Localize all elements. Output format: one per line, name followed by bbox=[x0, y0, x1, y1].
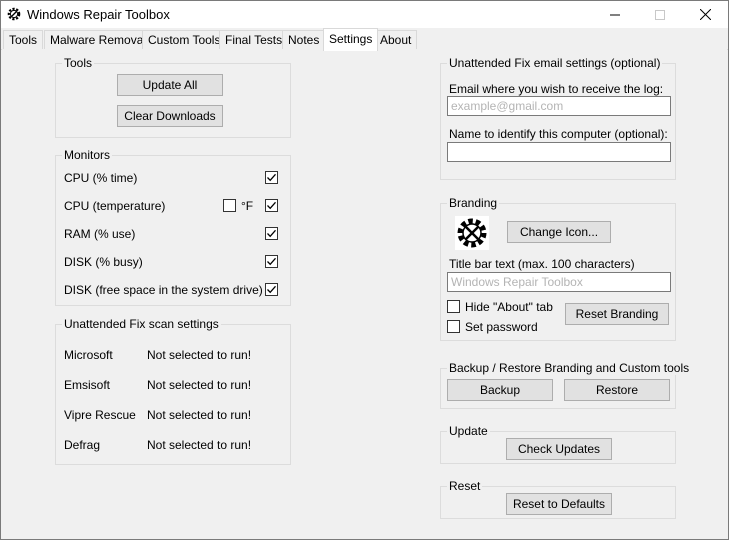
tab-final-tests[interactable]: Final Tests bbox=[219, 30, 289, 50]
branding-group: Branding Change Icon... Title bar text (… bbox=[440, 196, 676, 341]
tab-settings[interactable]: Settings bbox=[323, 28, 379, 51]
monitor-ram-checkbox[interactable] bbox=[265, 227, 278, 240]
hide-about-label: Hide "About" tab bbox=[465, 300, 553, 314]
scan-row-name: Microsoft bbox=[64, 348, 113, 362]
check-updates-button[interactable]: Check Updates bbox=[506, 438, 612, 460]
gear-wrench-icon bbox=[455, 216, 489, 250]
set-password-checkbox[interactable] bbox=[447, 320, 460, 333]
branding-group-title: Branding bbox=[447, 196, 500, 210]
change-icon-button[interactable]: Change Icon... bbox=[507, 221, 611, 243]
tab-malware-removal[interactable]: Malware Removal bbox=[44, 30, 153, 50]
monitor-disk-free-label: DISK (free space in the system drive) bbox=[64, 283, 263, 297]
set-password-label: Set password bbox=[465, 320, 538, 334]
update-all-button[interactable]: Update All bbox=[117, 74, 223, 96]
scan-row-status: Not selected to run! bbox=[147, 378, 252, 392]
update-group-title: Update bbox=[447, 424, 490, 438]
title-bar-text-input[interactable]: Windows Repair Toolbox bbox=[447, 272, 671, 292]
tools-group: Tools Update All Clear Downloads bbox=[55, 56, 291, 138]
scan-row-name: Defrag bbox=[64, 438, 101, 452]
monitor-cpu-temperature-checkbox[interactable] bbox=[265, 199, 278, 212]
email-label: Email where you wish to receive the log: bbox=[449, 82, 664, 96]
backup-restore-group: Backup / Restore Branding and Custom too… bbox=[440, 361, 692, 409]
restore-button[interactable]: Restore bbox=[564, 379, 670, 401]
update-group: Update Check Updates bbox=[440, 424, 676, 464]
reset-branding-button[interactable]: Reset Branding bbox=[565, 303, 669, 325]
minimize-icon bbox=[609, 14, 620, 15]
clear-downloads-button[interactable]: Clear Downloads bbox=[117, 105, 223, 127]
hide-about-checkbox[interactable] bbox=[447, 300, 460, 313]
fahrenheit-checkbox[interactable] bbox=[223, 199, 236, 212]
email-settings-group: Unattended Fix email settings (optional)… bbox=[440, 56, 676, 180]
title-bar-text-label: Title bar text (max. 100 characters) bbox=[449, 257, 635, 271]
reset-group-title: Reset bbox=[447, 479, 483, 493]
scan-row-name: Vipre Rescue bbox=[64, 408, 136, 422]
email-settings-group-title: Unattended Fix email settings (optional) bbox=[447, 56, 663, 70]
computer-name-input[interactable] bbox=[447, 142, 671, 162]
tab-custom-tools[interactable]: Custom Tools bbox=[142, 30, 227, 50]
tab-tools[interactable]: Tools bbox=[3, 30, 44, 50]
settings-panel: Tools Update All Clear Downloads Monitor… bbox=[2, 49, 727, 539]
close-button[interactable] bbox=[683, 1, 728, 28]
tab-strip: Tools Malware Removal Custom Tools Final… bbox=[1, 28, 728, 51]
checkmark-icon bbox=[267, 229, 276, 238]
checkmark-icon bbox=[267, 285, 276, 294]
scan-row-status: Not selected to run! bbox=[147, 408, 252, 422]
monitor-cpu-temperature-label: CPU (temperature) bbox=[64, 199, 166, 213]
minimize-button[interactable] bbox=[592, 1, 637, 28]
scan-row-status: Not selected to run! bbox=[147, 348, 252, 362]
computer-name-label: Name to identify this computer (optional… bbox=[449, 127, 668, 141]
monitors-group: Monitors CPU (% time) CPU (temperature) … bbox=[55, 148, 291, 306]
checkmark-icon bbox=[267, 257, 276, 266]
close-icon bbox=[700, 9, 711, 20]
scan-settings-group-title: Unattended Fix scan settings bbox=[62, 317, 221, 331]
email-input[interactable]: example@gmail.com bbox=[447, 96, 671, 116]
backup-restore-group-title: Backup / Restore Branding and Custom too… bbox=[447, 361, 692, 375]
monitor-cpu-time-checkbox[interactable] bbox=[265, 171, 278, 184]
maximize-button bbox=[637, 1, 682, 28]
checkmark-icon bbox=[267, 201, 276, 210]
backup-button[interactable]: Backup bbox=[447, 379, 553, 401]
title-bar: Windows Repair Toolbox bbox=[1, 1, 728, 28]
monitors-group-title: Monitors bbox=[62, 148, 113, 162]
fahrenheit-label: °F bbox=[241, 199, 254, 213]
scan-row-name: Emsisoft bbox=[64, 378, 111, 392]
tab-about[interactable]: About bbox=[374, 30, 418, 50]
monitor-cpu-time-label: CPU (% time) bbox=[64, 171, 138, 185]
tab-notes[interactable]: Notes bbox=[282, 30, 326, 50]
maximize-icon bbox=[654, 9, 665, 20]
window-title: Windows Repair Toolbox bbox=[27, 7, 170, 22]
reset-to-defaults-button[interactable]: Reset to Defaults bbox=[506, 493, 612, 515]
monitor-disk-busy-checkbox[interactable] bbox=[265, 255, 278, 268]
monitor-disk-busy-label: DISK (% busy) bbox=[64, 255, 143, 269]
app-window: Windows Repair Toolbox Tools Malware Rem… bbox=[0, 0, 729, 540]
checkmark-icon bbox=[267, 173, 276, 182]
monitor-ram-label: RAM (% use) bbox=[64, 227, 136, 241]
gear-wrench-icon bbox=[7, 7, 21, 21]
tools-group-title: Tools bbox=[62, 56, 95, 70]
reset-group: Reset Reset to Defaults bbox=[440, 479, 676, 519]
scan-settings-group: Unattended Fix scan settings Microsoft N… bbox=[55, 317, 291, 465]
monitor-disk-free-checkbox[interactable] bbox=[265, 283, 278, 296]
scan-row-status: Not selected to run! bbox=[147, 438, 252, 452]
